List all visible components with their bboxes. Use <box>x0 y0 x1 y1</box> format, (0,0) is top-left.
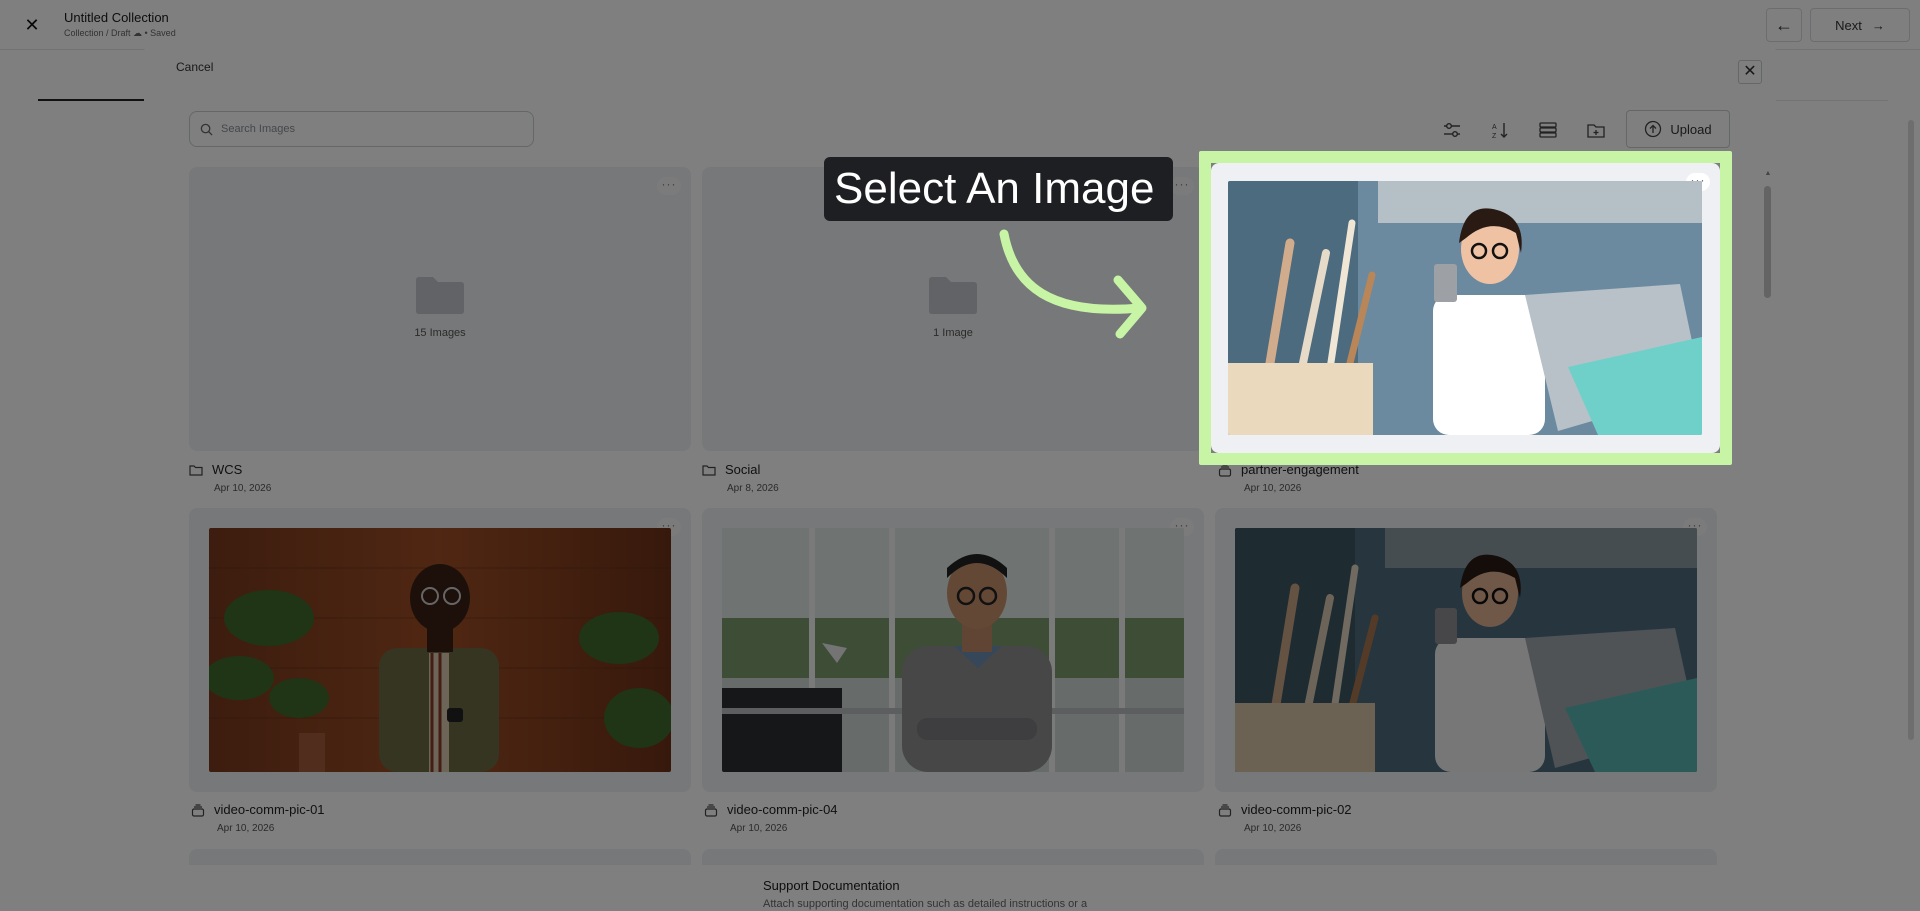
curved-arrow-icon <box>999 229 1147 339</box>
selection-highlight-frame <box>1199 151 1732 465</box>
tutorial-tooltip: Select An Image <box>824 157 1173 221</box>
